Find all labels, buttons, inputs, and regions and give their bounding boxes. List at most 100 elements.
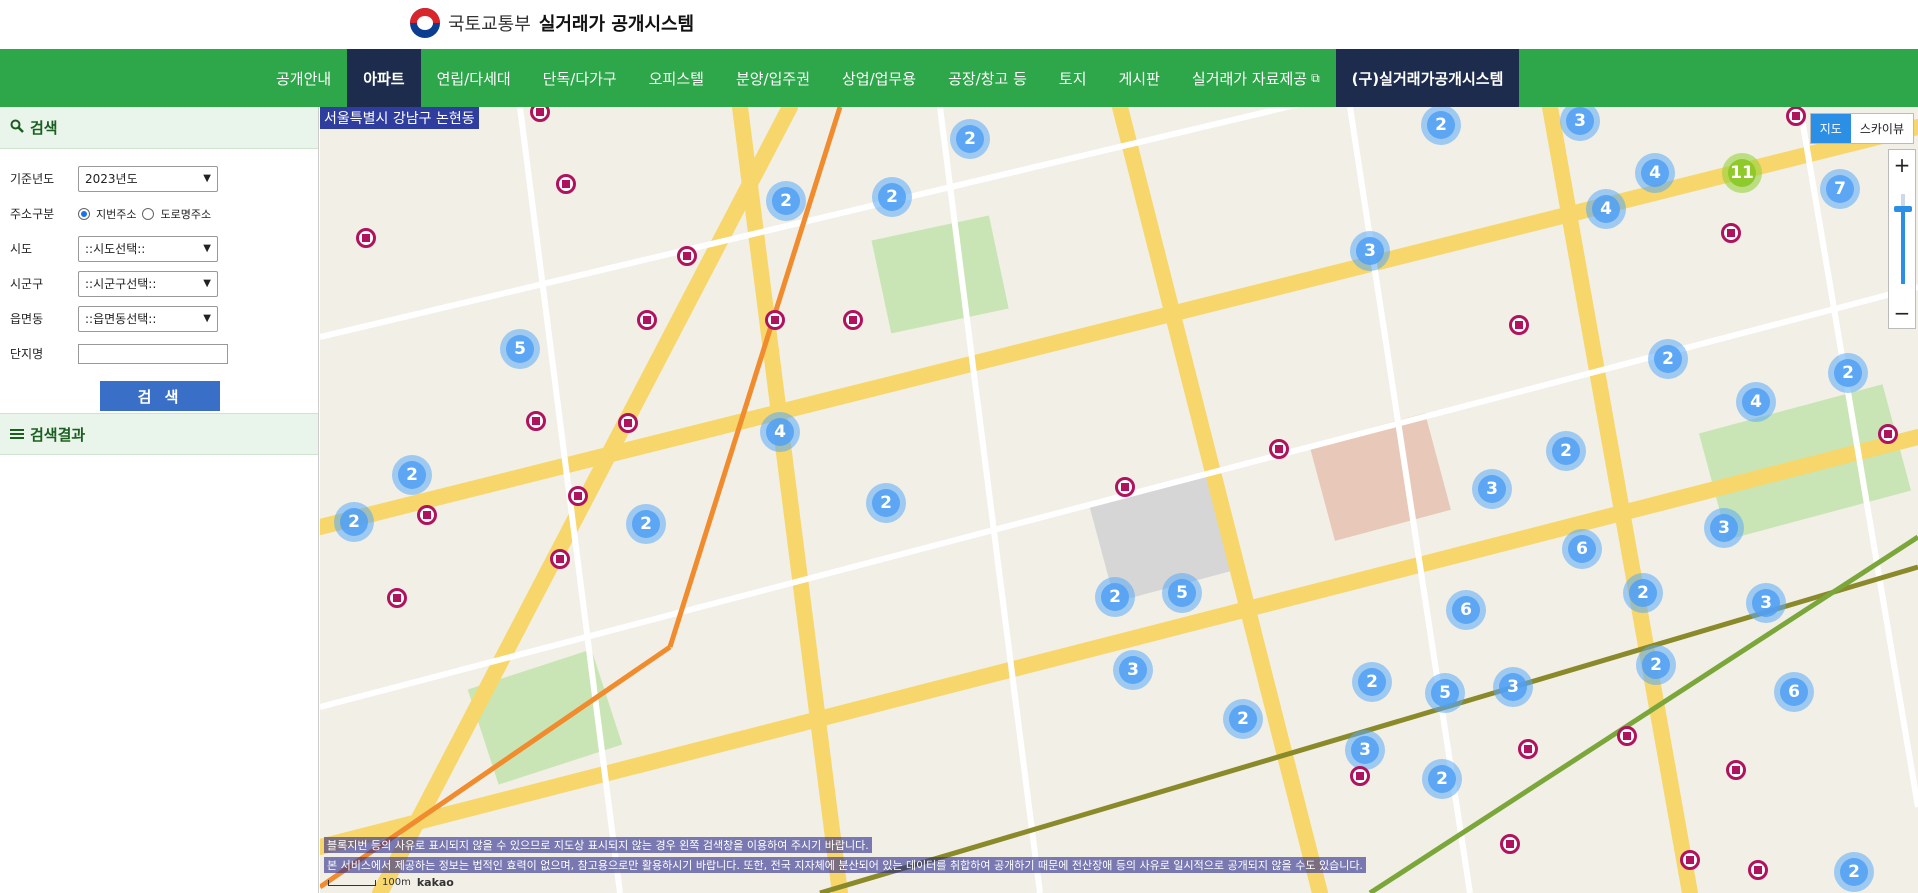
apartment-pin-icon[interactable] [677,246,697,272]
apartment-pin-icon[interactable] [526,411,546,437]
apartment-pin-icon[interactable] [1748,860,1768,886]
cluster-marker[interactable]: 3 [1493,667,1533,707]
cluster-marker[interactable]: 5 [1162,573,1202,613]
cluster-marker[interactable]: 2 [626,504,666,544]
cluster-marker[interactable]: 5 [1425,673,1465,713]
apartment-pin-icon[interactable] [1878,424,1898,450]
cluster-marker[interactable]: 2 [1546,431,1586,471]
cluster-marker[interactable]: 4 [1635,153,1675,193]
cluster-marker[interactable]: 4 [1736,382,1776,422]
zoom-slider-handle[interactable] [1894,206,1912,212]
complex-input[interactable] [78,343,228,364]
road-radio[interactable] [142,207,155,220]
cluster-marker[interactable]: 3 [1113,650,1153,690]
nav-officetel[interactable]: 오피스텔 [633,49,720,107]
cluster-marker[interactable]: 2 [392,455,432,495]
cluster-marker[interactable]: 5 [500,329,540,369]
cluster-marker[interactable]: 7 [1820,169,1860,209]
search-button[interactable]: 검 색 [100,381,220,411]
cluster-marker[interactable]: 3 [1350,231,1390,271]
sigungu-select[interactable]: ::시군구선택:: ▼ [78,270,218,297]
apartment-pin-icon[interactable] [1726,760,1746,786]
cluster-marker[interactable]: 2 [1828,353,1868,393]
nav-detached[interactable]: 단독/다가구 [527,49,633,107]
dong-value: ::읍면동선택:: [85,312,157,326]
cluster-marker[interactable]: 2 [1422,759,1462,799]
search-icon [10,119,24,137]
cluster-marker[interactable]: 2 [1636,645,1676,685]
cluster-marker[interactable]: 4 [1586,189,1626,229]
cluster-marker[interactable]: 3 [1704,508,1744,548]
year-select[interactable]: 2023년도 ▼ [78,165,218,192]
apartment-pin-icon[interactable] [530,107,550,128]
nav-presale[interactable]: 분양/입주권 [720,49,826,107]
cluster-marker[interactable]: 3 [1746,583,1786,623]
nav-apartment[interactable]: 아파트 [347,49,421,107]
cluster-marker[interactable]: 2 [334,502,374,542]
apartment-pin-icon[interactable] [568,486,588,512]
year-label: 기준년도 [10,172,55,186]
nav-board[interactable]: 게시판 [1103,49,1176,107]
apartment-pin-icon[interactable] [1350,766,1370,792]
cluster-marker[interactable]: 6 [1446,590,1486,630]
apartment-pin-icon[interactable] [1680,850,1700,876]
apartment-pin-icon[interactable] [417,505,437,531]
cluster-marker[interactable]: 2 [1623,573,1663,613]
cluster-marker[interactable]: 2 [950,119,990,159]
nav-land[interactable]: 토지 [1043,49,1103,107]
apartment-pin-icon[interactable] [765,310,785,336]
apartment-pin-icon[interactable] [1500,834,1520,860]
cluster-marker[interactable]: 2 [1834,852,1874,892]
skyview-button[interactable]: 스카이뷰 [1851,114,1913,143]
cluster-marker[interactable]: 2 [766,181,806,221]
apartment-pin-icon[interactable] [637,310,657,336]
ministry-logo[interactable]: 국토교통부 실거래가 공개시스템 [410,5,694,41]
apartment-pin-icon[interactable] [387,588,407,614]
apartment-pin-icon[interactable] [1518,739,1538,765]
cluster-marker[interactable]: 2 [1352,662,1392,702]
cluster-marker[interactable]: 2 [1095,577,1135,617]
nav-notice[interactable]: 공개안내 [260,49,347,107]
nav-row-house[interactable]: 연립/다세대 [421,49,527,107]
cluster-marker[interactable]: 6 [1774,672,1814,712]
nav-factory[interactable]: 공장/창고 등 [932,49,1043,107]
apartment-pin-icon[interactable] [843,310,863,336]
apartment-pin-icon[interactable] [556,174,576,200]
scale-label: 100m [382,877,411,888]
apartment-pin-icon[interactable] [618,413,638,439]
apartment-pin-icon[interactable] [1509,315,1529,341]
chevron-down-icon: ▼ [203,243,211,254]
search-sidebar: 검색 기준년도 2023년도 ▼ 주소구분 지번주소 도로명주소 시도 ::시도선… [0,107,319,893]
nav-legacy-system[interactable]: (구)실거래가공개시스템 [1335,49,1520,107]
cluster-marker[interactable]: 6 [1562,529,1602,569]
zoom-in-button[interactable]: + [1889,150,1915,180]
results-header: 검색결과 [0,413,318,455]
cluster-marker[interactable]: 3 [1345,730,1385,770]
apartment-pin-icon[interactable] [550,549,570,575]
cluster-marker[interactable]: 4 [760,412,800,452]
nav-data-provision[interactable]: 실거래가 자료제공 ⧉ [1176,49,1336,107]
apartment-pin-icon[interactable] [1721,223,1741,249]
zoom-out-button[interactable]: − [1889,298,1915,328]
nav-commercial[interactable]: 상업/업무용 [826,49,932,107]
sido-select[interactable]: ::시도선택:: ▼ [78,235,218,262]
map-view-button[interactable]: 지도 [1810,114,1851,143]
cluster-marker[interactable]: 2 [866,483,906,523]
apartment-pin-icon[interactable] [1617,726,1637,752]
cluster-marker[interactable]: 2 [872,177,912,217]
kakao-logo: kakao [416,876,454,889]
jibun-radio[interactable] [78,207,90,220]
taegeuk-icon [410,8,440,38]
jibun-label: 지번주소 [96,207,137,221]
apartment-pin-icon[interactable] [356,228,376,254]
apartment-pin-icon[interactable] [1786,107,1806,132]
cluster-marker[interactable]: 2 [1648,339,1688,379]
ministry-name: 국토교통부 [448,14,531,35]
cluster-marker[interactable]: 3 [1472,469,1512,509]
map-view[interactable]: 서울특별시 강남구 논현동 지도 스카이뷰 + − 5 2 2 2 2 4 2 … [320,107,1918,893]
apartment-pin-icon[interactable] [1269,439,1289,465]
dong-select[interactable]: ::읍면동선택:: ▼ [78,305,218,332]
cluster-marker[interactable]: 11 [1722,153,1762,193]
apartment-pin-icon[interactable] [1115,477,1135,503]
cluster-marker[interactable]: 2 [1223,699,1263,739]
